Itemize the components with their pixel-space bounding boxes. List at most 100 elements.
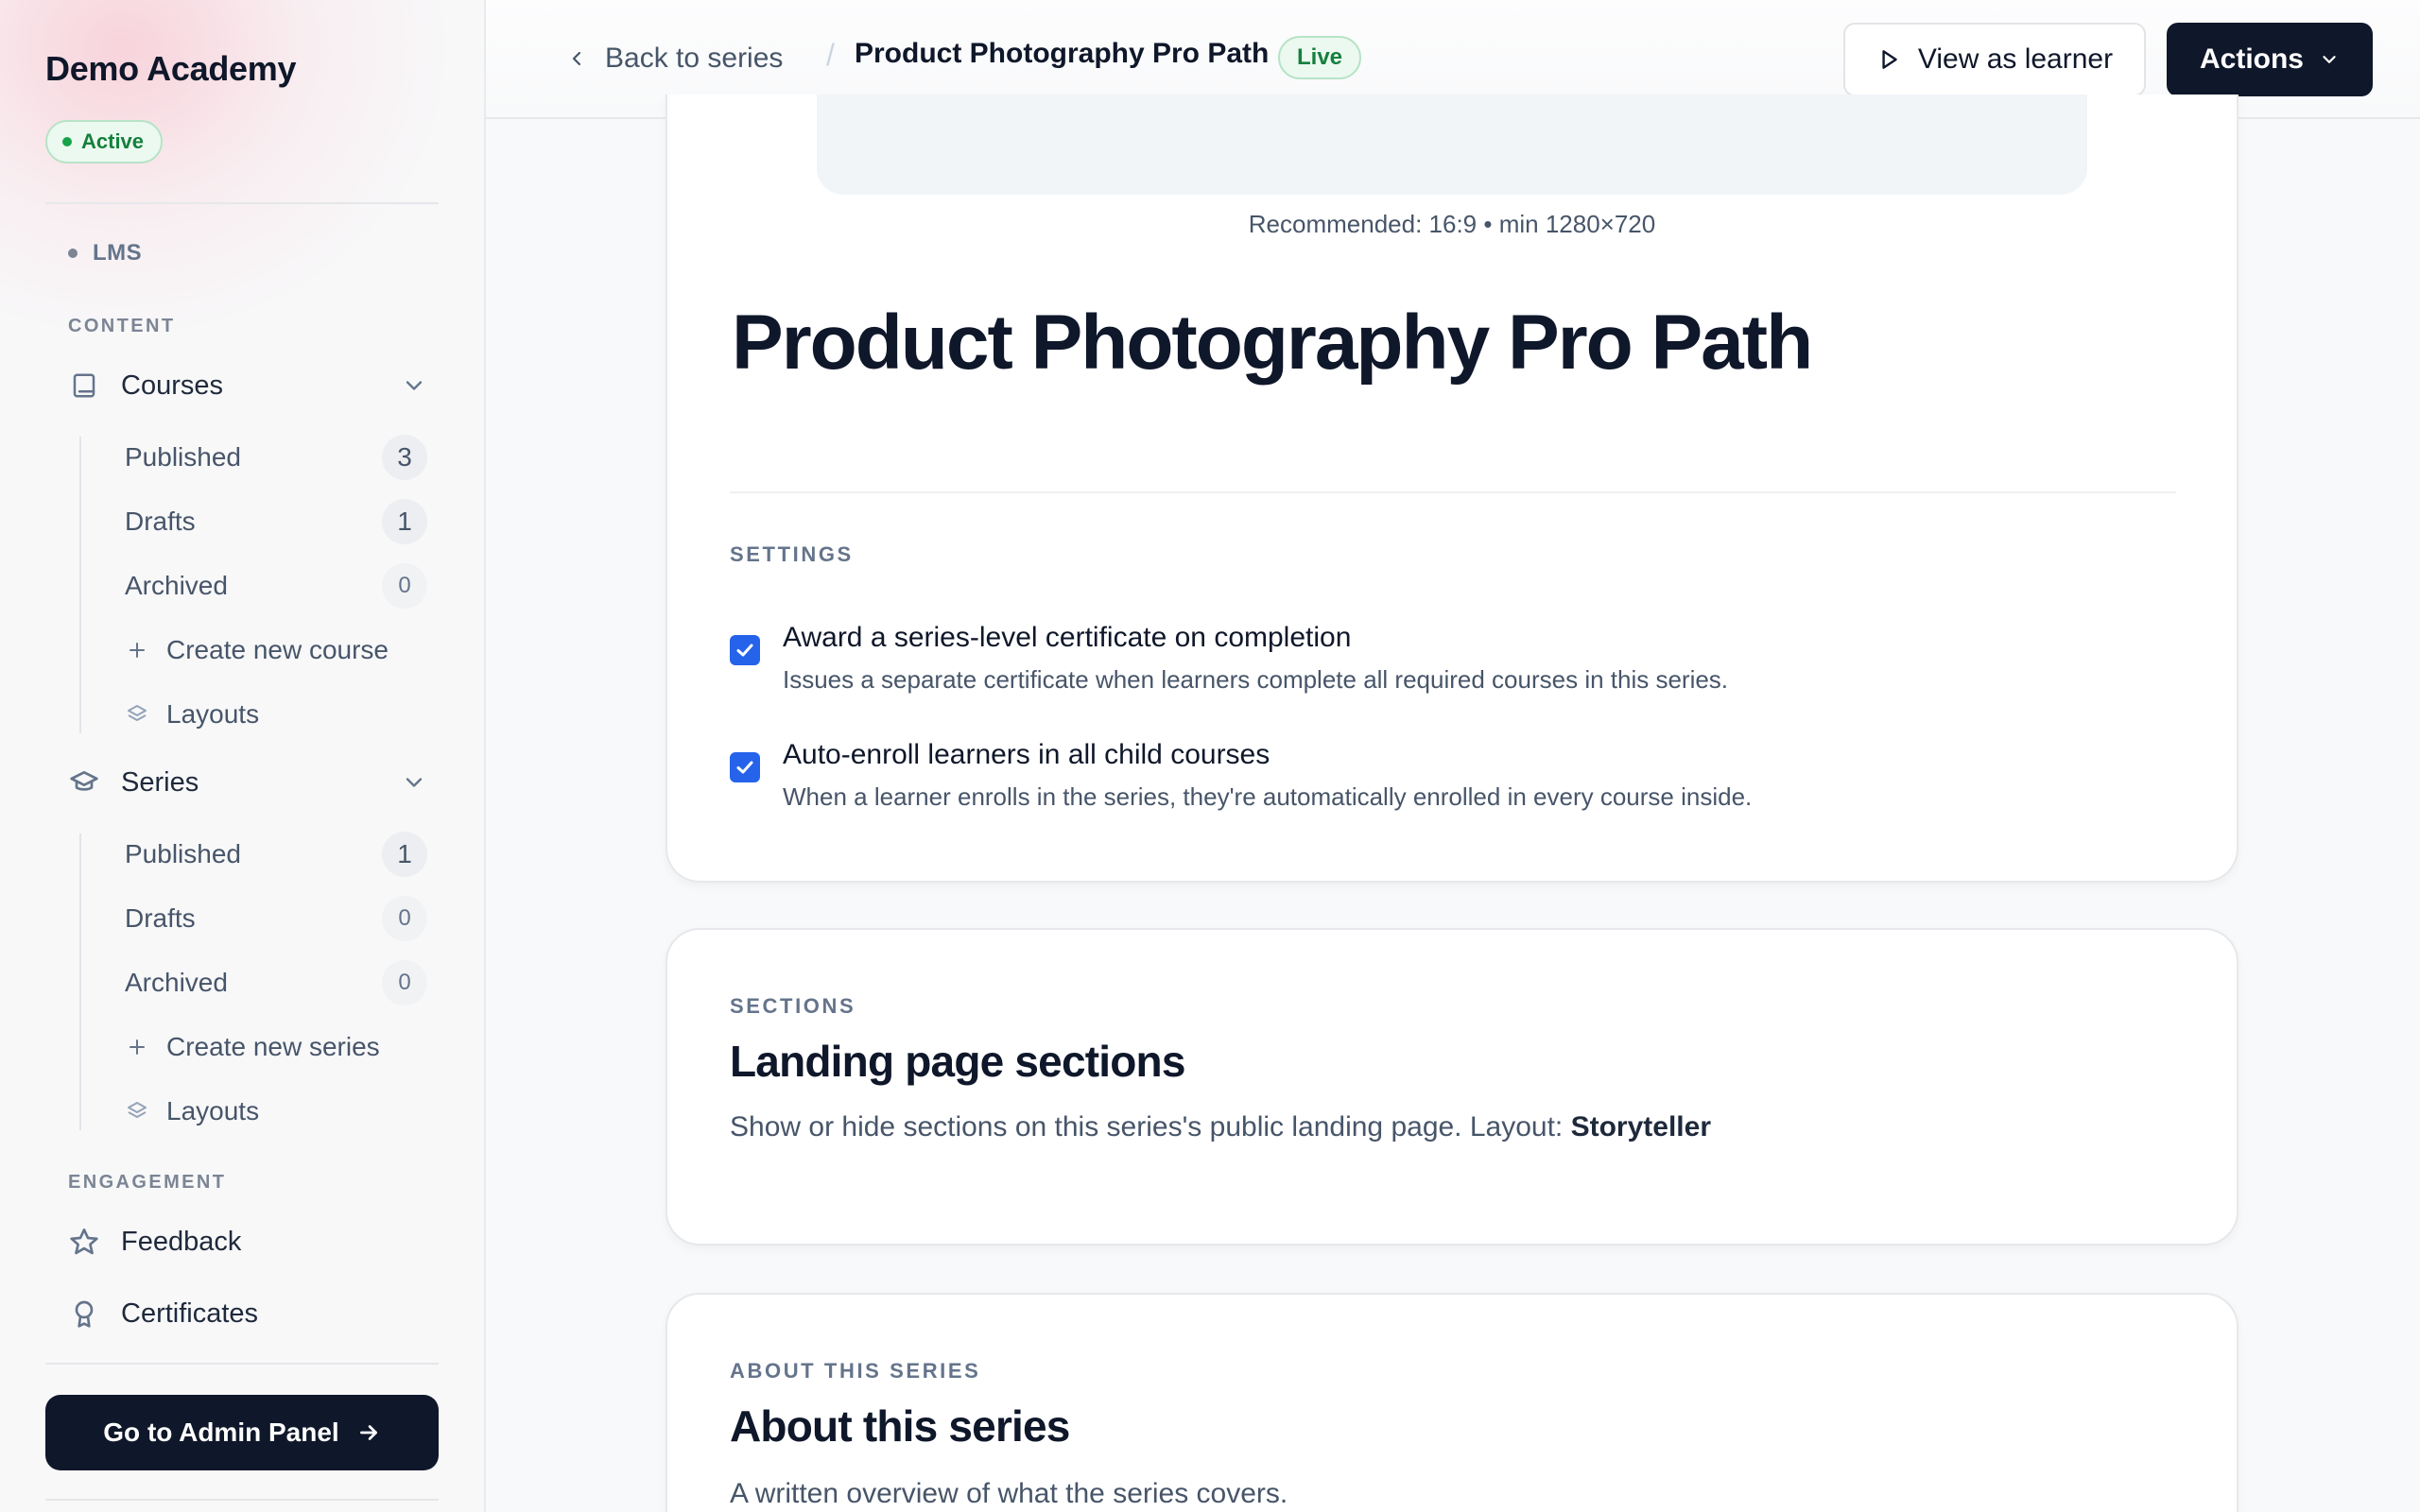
setting-description: Issues a separate certificate when learn… (783, 665, 1729, 694)
status-dot-icon (62, 137, 72, 146)
live-status-badge: Live (1278, 36, 1362, 79)
cover-image-dropzone[interactable] (817, 94, 2087, 195)
series-editor-card: Recommended: 16:9 • min 1280×720 Product… (666, 94, 2238, 883)
layouts-label: Layouts (166, 1096, 260, 1125)
sidebar-item-series-drafts[interactable]: Drafts 0 (125, 894, 427, 943)
content-group-label: CONTENT (68, 316, 176, 336)
play-icon (1882, 50, 1897, 69)
breadcrumb-current: Product Photography Pro Path (855, 38, 1270, 69)
lms-dot-icon (68, 249, 78, 258)
landing-sections-card: SECTIONS Landing page sections Show or h… (666, 928, 2238, 1246)
plus-icon (125, 638, 149, 662)
lms-link[interactable]: LMS (68, 240, 142, 266)
sections-description-text: Show or hide sections on this series's p… (730, 1111, 1571, 1143)
back-link-label: Back to series (605, 43, 784, 74)
count-badge: 1 (382, 499, 427, 544)
count-badge: 3 (382, 435, 427, 480)
count-badge: 0 (382, 960, 427, 1005)
setting-title: Auto-enroll learners in all child course… (783, 739, 1270, 770)
sidebar-item-certificates[interactable]: Certificates (68, 1287, 427, 1340)
sidebar-item-label: Certificates (121, 1297, 259, 1329)
actions-dropdown-button[interactable]: Actions (2167, 23, 2373, 96)
courses-rail (79, 437, 81, 733)
sidebar-item-label: Feedback (121, 1226, 242, 1257)
sidebar-divider (45, 1499, 439, 1501)
award-icon (68, 1297, 100, 1330)
create-new-course-link[interactable]: Create new course (125, 626, 427, 675)
sidebar-item-label: Drafts (125, 507, 196, 536)
about-eyebrow: ABOUT THIS SERIES (730, 1359, 981, 1383)
count-badge: 1 (382, 832, 427, 877)
sidebar: Demo Academy Active LMS CONTENT Courses … (0, 0, 486, 1512)
checkmark-icon (736, 761, 753, 774)
arrow-right-icon (359, 1425, 377, 1440)
view-as-learner-button[interactable]: View as learner (1843, 23, 2146, 96)
layout-name: Storyteller (1570, 1111, 1711, 1143)
sidebar-divider (45, 1363, 439, 1365)
layers-icon (125, 702, 149, 727)
actions-label: Actions (2199, 43, 2304, 75)
create-new-series-label: Create new series (166, 1032, 380, 1061)
plus-icon (125, 1035, 149, 1059)
sections-description: Show or hide sections on this series's p… (730, 1111, 1711, 1143)
count-badge: 0 (382, 563, 427, 609)
lms-label: LMS (93, 240, 143, 266)
sidebar-item-series-archived[interactable]: Archived 0 (125, 958, 427, 1007)
about-description: A written overview of what the series co… (730, 1478, 1288, 1509)
sections-eyebrow: SECTIONS (730, 994, 856, 1018)
sidebar-item-courses-published[interactable]: Published 3 (125, 433, 427, 482)
chevron-down-icon (2323, 56, 2336, 63)
cover-image-hint: Recommended: 16:9 • min 1280×720 (1248, 210, 1656, 238)
about-series-card: ABOUT THIS SERIES About this series A wr… (666, 1293, 2238, 1512)
card-divider (730, 491, 2176, 493)
graduation-cap-icon (68, 766, 100, 799)
checkmark-icon (736, 644, 753, 657)
sidebar-item-series[interactable]: Series (68, 756, 427, 809)
sidebar-item-feedback[interactable]: Feedback (68, 1215, 427, 1268)
sidebar-item-courses-layouts[interactable]: Layouts (125, 690, 427, 739)
series-title-input[interactable]: Product Photography Pro Path (732, 299, 1813, 387)
sidebar-item-series-published[interactable]: Published 1 (125, 830, 427, 879)
sidebar-item-label: Published (125, 839, 241, 868)
setting-description: When a learner enrolls in the series, th… (783, 782, 1753, 811)
create-new-course-label: Create new course (166, 635, 389, 664)
sidebar-item-label: Published (125, 442, 241, 472)
auto-enroll-checkbox[interactable] (730, 752, 760, 782)
create-new-series-link[interactable]: Create new series (125, 1022, 427, 1072)
sidebar-item-label: Archived (125, 571, 228, 600)
go-to-admin-panel-button[interactable]: Go to Admin Panel (45, 1395, 439, 1470)
book-icon (68, 369, 100, 402)
sections-heading: Landing page sections (730, 1037, 1185, 1086)
about-heading: About this series (730, 1401, 1070, 1451)
setting-title: Award a series-level certificate on comp… (783, 622, 1352, 653)
sidebar-divider (45, 202, 439, 204)
series-rail (79, 833, 81, 1130)
chevron-left-icon (572, 51, 581, 66)
sidebar-item-courses[interactable]: Courses (68, 359, 427, 412)
back-to-series-link[interactable]: Back to series (565, 38, 783, 79)
admin-button-label: Go to Admin Panel (103, 1418, 339, 1447)
sidebar-item-courses-archived[interactable]: Archived 0 (125, 561, 427, 610)
sidebar-item-label: Series (121, 766, 199, 798)
setting-auto-enroll: Auto-enroll learners in all child course… (730, 739, 2176, 824)
status-badge-label: Active (81, 129, 145, 153)
star-icon (68, 1226, 100, 1258)
sidebar-item-label: Archived (125, 968, 228, 997)
layouts-label: Layouts (166, 699, 260, 729)
count-badge: 0 (382, 896, 427, 941)
sidebar-item-courses-drafts[interactable]: Drafts 1 (125, 497, 427, 546)
view-as-learner-label: View as learner (1917, 43, 2114, 75)
sidebar-item-series-layouts[interactable]: Layouts (125, 1087, 427, 1136)
layers-icon (125, 1099, 149, 1124)
series-certificate-checkbox[interactable] (730, 635, 760, 665)
chevron-down-icon[interactable] (401, 372, 427, 399)
brand-name: Demo Academy (45, 49, 297, 88)
chevron-down-icon[interactable] (401, 769, 427, 796)
sidebar-item-label: Courses (121, 369, 223, 401)
engagement-group-label: ENGAGEMENT (68, 1172, 227, 1193)
breadcrumb-separator: / (826, 38, 835, 72)
status-badge: Active (45, 120, 164, 163)
setting-series-certificate: Award a series-level certificate on comp… (730, 622, 2176, 707)
sidebar-item-label: Drafts (125, 903, 196, 933)
settings-eyebrow: SETTINGS (730, 542, 854, 566)
